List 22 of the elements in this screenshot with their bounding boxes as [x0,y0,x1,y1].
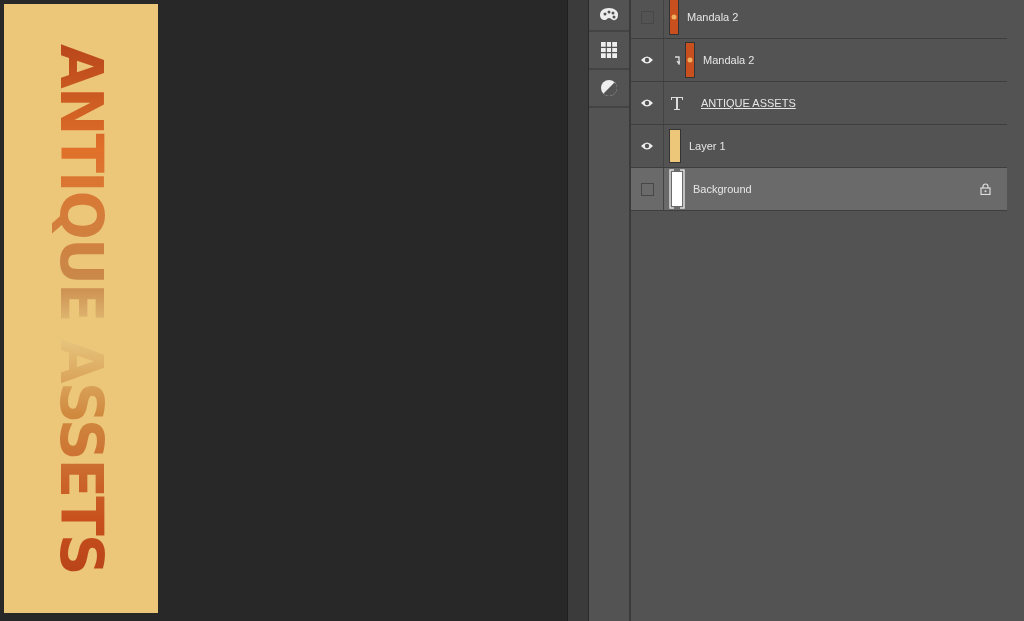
layer-name: ANTIQUE ASSETS [701,97,796,109]
layer-row[interactable]: Background [631,168,1007,211]
eye-icon[interactable] [640,98,654,108]
layer-name: Mandala 2 [703,54,755,66]
eye-icon[interactable] [640,55,654,65]
layer-thumbnail [669,0,679,35]
grid-icon [600,41,618,59]
layer-name: Mandala 2 [687,11,739,23]
layer-name: Layer 1 [689,140,726,152]
layer-row[interactable]: ANTIQUE ASSETS [631,82,1007,125]
contrast-icon [600,79,618,97]
layer-thumbnail [669,169,685,209]
layer-name: Background [693,183,752,195]
text-layer-icon [669,95,685,111]
layer-thumbnail [669,129,681,163]
layer-row[interactable]: Layer 1 [631,125,1007,168]
palette-icon [599,7,619,23]
layer-row[interactable]: Mandala 2 [631,39,1007,82]
layer-thumbnail [685,42,695,78]
eye-icon[interactable] [640,141,654,151]
visibility-toggle[interactable] [640,182,654,196]
layer-row[interactable]: Mandala 2 [631,0,1007,39]
